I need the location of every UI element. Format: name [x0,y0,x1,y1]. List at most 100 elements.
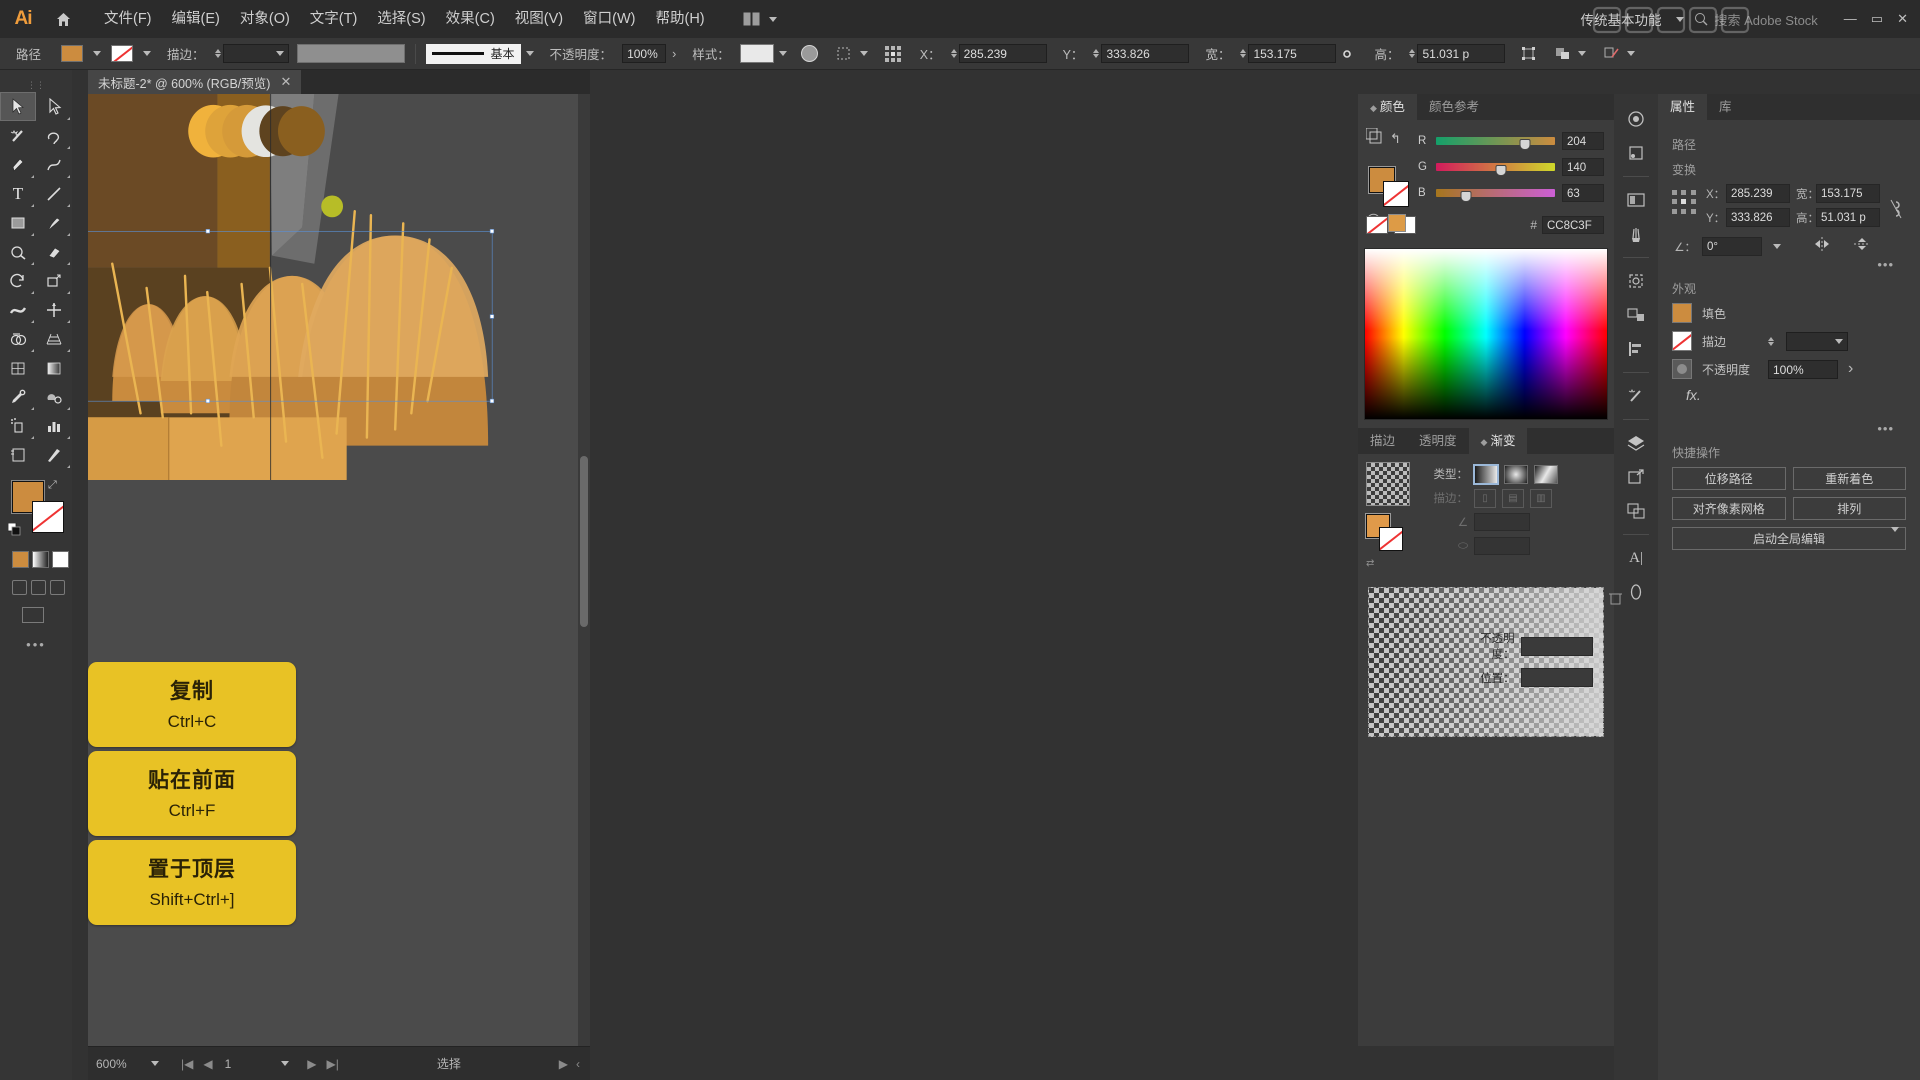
eraser-tool[interactable] [36,237,72,266]
callout-copy[interactable]: 复制 Ctrl+C [88,662,296,747]
stroke-weight-field[interactable] [1786,331,1848,351]
b-slider[interactable] [1436,189,1555,202]
chevron-down-icon[interactable] [93,51,102,56]
default-fill-stroke-icon[interactable] [7,522,21,536]
last-artboard-icon[interactable]: ▶| [327,1057,339,1071]
gradient-angle-field[interactable] [1474,513,1530,531]
fx-button[interactable]: fx. [1672,387,1906,403]
chevron-down-icon[interactable] [1627,51,1636,56]
stroke-weight-stepper[interactable] [214,49,221,58]
rectangle-tool[interactable] [0,208,36,237]
flip-horizontal-icon[interactable] [1813,236,1831,257]
color-panel-icon[interactable] [1621,104,1651,134]
menu-help[interactable]: 帮助(H) [645,0,714,38]
tab-stroke[interactable]: 描边 [1358,428,1407,454]
symbol-sprayer-tool[interactable] [0,411,36,440]
column-graph-tool[interactable] [36,411,72,440]
toolbar-stroke-swatch[interactable] [32,501,64,533]
stroke-weight-field[interactable] [222,44,289,63]
y-field[interactable]: 333.826 [1101,44,1190,63]
color-stroke-swatch[interactable] [1383,181,1409,207]
paintbrush-tool[interactable] [36,208,72,237]
document-tab[interactable]: 未标题-2* @ 600% (RGB/预览) ✕ [88,70,302,94]
stroke-weight-stepper[interactable] [1768,336,1774,346]
recolor-button[interactable]: 重新着色 [1792,467,1906,490]
menu-view[interactable]: 视图(V) [505,0,573,38]
chevron-down-icon[interactable] [1773,244,1781,249]
draw-behind-mode[interactable] [31,580,46,595]
gradient-stroke-swatch[interactable] [1379,527,1403,551]
next-artboard-icon[interactable]: ▶ [307,1057,316,1071]
g-value[interactable]: 140 [1562,158,1604,176]
offset-path-button[interactable]: 位移路径 [1672,467,1786,490]
chevron-down-icon[interactable] [275,51,284,56]
graphic-style-field[interactable] [739,44,774,63]
layers-icon[interactable] [1621,428,1651,458]
opacity-field[interactable]: 100% [1768,359,1838,379]
gradient-fill-mode[interactable] [32,551,49,568]
reference-point-selector[interactable] [1672,190,1698,216]
swap-fill-stroke-icon[interactable]: ⤢ [48,479,57,492]
align-pixel-grid-button[interactable]: 对齐像素网格 [1672,497,1786,520]
gradient-slider[interactable]: 不透明度： 位置： [1368,587,1604,737]
gradient-preview-swatch[interactable] [1366,462,1410,506]
stroke-profile-field[interactable] [296,44,405,63]
chevron-down-icon[interactable] [143,51,152,56]
character-icon[interactable]: A| [1621,543,1651,573]
prev-artboard-icon[interactable]: ◀ [203,1057,212,1071]
gradient-across-stroke-icon[interactable]: ▥ [1530,488,1552,508]
tab-gradient[interactable]: ◆ 渐变 [1468,428,1528,454]
status-collapse-icon[interactable]: ‹ [576,1057,580,1071]
width-tool[interactable] [0,295,36,324]
toolbar-drag-handle[interactable]: ⋮⋮ [0,78,72,92]
appearance-more-icon[interactable]: ••• [1672,421,1906,436]
b-value[interactable]: 63 [1562,184,1604,202]
artboard-tool[interactable] [0,440,36,469]
transform-panel-icon[interactable] [1517,43,1539,65]
close-button[interactable]: ✕ [1897,11,1908,27]
swatches-icon[interactable] [1621,300,1651,330]
symbols-icon[interactable] [1621,266,1651,296]
pen-tool[interactable] [0,150,36,179]
artboards-icon[interactable] [1621,185,1651,215]
shaper-tool[interactable] [0,237,36,266]
select-similar-icon[interactable] [1600,43,1622,65]
color-proxy-icon[interactable] [1365,127,1382,149]
gradient-location-field[interactable] [1520,668,1593,687]
selection-tool[interactable] [0,92,36,121]
stock-search[interactable]: 搜索 Adobe Stock [1694,10,1818,29]
transform-icon[interactable] [833,43,855,65]
stroke-swatch-group[interactable] [111,45,152,62]
arrange-button[interactable]: 排列 [1792,497,1906,520]
gradient-along-stroke-icon[interactable]: ▤ [1502,488,1524,508]
gradient-tool[interactable] [36,353,72,382]
magic-wand-icon[interactable] [1621,381,1651,411]
g-slider[interactable] [1436,163,1555,176]
chevron-down-icon[interactable] [525,51,534,56]
chevron-down-icon[interactable] [1676,16,1685,22]
web-safe-swatch[interactable] [1388,214,1406,232]
height-field[interactable]: 51.031 p [1417,44,1506,63]
recolor-artwork-icon[interactable] [799,43,821,65]
slice-tool[interactable] [36,440,72,469]
hex-value-field[interactable]: CC8C3F [1542,216,1604,234]
color-guide-icon[interactable] [1621,138,1651,168]
lasso-tool[interactable] [36,121,72,150]
close-icon[interactable]: ✕ [280,74,291,90]
appearance-fill-swatch[interactable] [1672,303,1692,323]
blend-tool[interactable] [36,382,72,411]
home-icon[interactable] [46,0,80,38]
edit-toolbar-icon[interactable]: ••• [0,637,72,652]
brush-definition[interactable]: 基本 [425,43,521,64]
canvas-vertical-scrollbar[interactable] [578,94,590,1046]
chevron-down-icon[interactable] [151,1061,159,1066]
gradient-aspect-field[interactable] [1474,537,1530,555]
type-tool[interactable]: T [0,179,36,208]
align-icon[interactable] [882,43,904,65]
zoom-level-field[interactable]: 600% [88,1057,146,1071]
artboard-stack-icon[interactable] [1621,496,1651,526]
angle-field[interactable]: 0° [1702,237,1762,256]
minimize-button[interactable]: — [1844,11,1857,27]
curvature-tool[interactable] [36,150,72,179]
color-spectrum[interactable] [1364,248,1608,420]
